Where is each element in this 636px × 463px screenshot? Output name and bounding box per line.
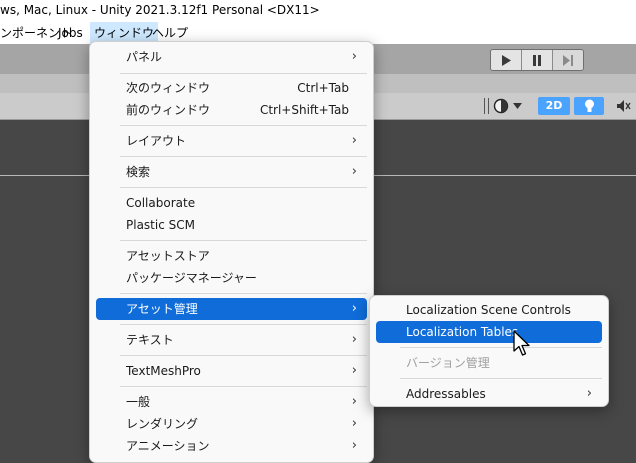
chevron-right-icon: › <box>586 386 592 401</box>
menu-separator <box>120 125 367 126</box>
menu-item-version-control: バージョン管理 <box>406 356 490 370</box>
pause-button[interactable] <box>522 50 553 70</box>
chevron-right-icon: › <box>351 49 357 64</box>
chevron-down-icon <box>513 103 522 109</box>
window-menu: パネル › 次のウィンドウ Ctrl+Tab 前のウィンドウ Ctrl+Shif… <box>89 41 374 463</box>
menu-item-panels[interactable]: パネル › <box>96 46 367 68</box>
chevron-right-icon: › <box>351 164 357 179</box>
chevron-right-icon: › <box>351 301 357 316</box>
window-title: ws, Mac, Linux - Unity 2021.3.12f1 Perso… <box>0 3 320 17</box>
chevron-right-icon: › <box>351 394 357 409</box>
menu-separator <box>400 347 602 348</box>
menu-item-collaborate[interactable]: Collaborate <box>96 192 367 214</box>
playmode-controls <box>490 49 584 71</box>
menu-item-layout[interactable]: レイアウト › <box>96 130 367 152</box>
lighting-toggle[interactable] <box>574 97 604 115</box>
menu-item-textmeshpro[interactable]: TextMeshPro › <box>96 360 367 382</box>
menu-separator <box>120 386 367 387</box>
menu-separator <box>120 240 367 241</box>
menu-separator <box>120 293 367 294</box>
shading-mode-dropdown[interactable] <box>493 97 531 115</box>
mouse-cursor-icon <box>513 330 530 356</box>
sphere-icon <box>493 98 509 114</box>
menu-item-plastic-scm[interactable]: Plastic SCM <box>96 214 367 236</box>
toolbar-grip <box>484 98 489 114</box>
menu-item-addressables[interactable]: Addressables › <box>376 383 602 405</box>
menu-item-animation[interactable]: アニメーション › <box>96 435 367 457</box>
chevron-right-icon: › <box>351 332 357 347</box>
chevron-right-icon: › <box>351 133 357 148</box>
mute-icon <box>617 100 631 112</box>
play-icon <box>502 54 511 66</box>
menu-item-rendering[interactable]: レンダリング › <box>96 413 367 435</box>
menu-item-asset-store[interactable]: アセットストア <box>96 245 367 267</box>
audio-toggle[interactable] <box>612 97 636 115</box>
menu-item-asset-management[interactable]: アセット管理 › <box>96 298 367 320</box>
menu-separator <box>120 187 367 188</box>
menu-separator <box>120 156 367 157</box>
menu-item-previous-window[interactable]: 前のウィンドウ Ctrl+Shift+Tab <box>96 99 367 121</box>
menu-separator <box>400 378 602 379</box>
play-button[interactable] <box>491 50 522 70</box>
menu-item-package-manager[interactable]: パッケージマネージャー <box>96 267 367 289</box>
pause-icon <box>533 54 541 66</box>
step-button[interactable] <box>553 50 583 70</box>
chevron-right-icon: › <box>351 438 357 453</box>
menu-item-localization-scene-controls[interactable]: Localization Scene Controls <box>376 299 602 321</box>
shortcut-label: Ctrl+Tab <box>297 81 349 95</box>
mode-2d-toggle[interactable]: 2D <box>538 97 570 115</box>
chevron-right-icon: › <box>351 416 357 431</box>
menu-jobs[interactable]: Jobs <box>54 22 87 44</box>
menu-item-search[interactable]: 検索 › <box>96 161 367 183</box>
chevron-right-icon: › <box>351 363 357 378</box>
step-icon <box>563 54 573 66</box>
menu-item-text[interactable]: テキスト › <box>96 329 367 351</box>
shortcut-label: Ctrl+Shift+Tab <box>259 103 349 117</box>
title-bar: ws, Mac, Linux - Unity 2021.3.12f1 Perso… <box>0 0 636 22</box>
menu-item-next-window[interactable]: 次のウィンドウ Ctrl+Tab <box>96 77 367 99</box>
menu-separator <box>120 324 367 325</box>
menu-separator <box>120 73 367 74</box>
menu-separator <box>120 355 367 356</box>
lightbulb-icon <box>584 99 594 112</box>
menu-item-general[interactable]: 一般 › <box>96 391 367 413</box>
asset-management-submenu: Localization Scene Controls Localization… <box>369 295 609 407</box>
menu-item-localization-tables[interactable]: Localization Tables <box>376 321 602 343</box>
